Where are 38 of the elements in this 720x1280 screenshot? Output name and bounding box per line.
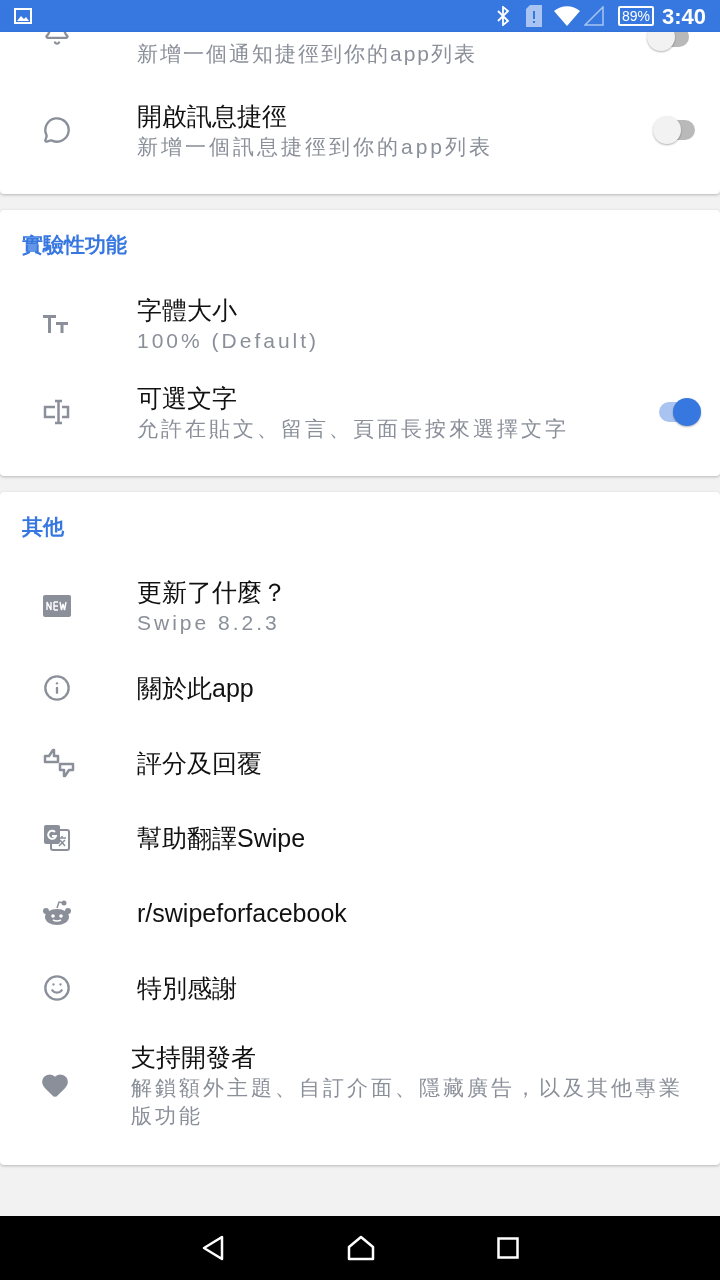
alien-mascot-icon	[43, 899, 71, 926]
setting-description: Swipe 8.2.3	[137, 610, 280, 636]
back-button[interactable]	[201, 1235, 225, 1261]
setting-description: 新增一個訊息捷徑到你的app列表	[137, 134, 494, 160]
info-icon	[43, 673, 71, 702]
bluetooth-icon	[495, 6, 510, 26]
new-badge-icon	[43, 595, 71, 617]
setting-title[interactable]: r/swipeforfacebook	[137, 895, 347, 930]
setting-title[interactable]: 幫助翻譯Swipe	[137, 820, 306, 855]
translate-icon	[43, 823, 71, 852]
setting-title[interactable]: 支持開發者	[131, 1040, 256, 1074]
text-cursor-icon	[43, 399, 71, 425]
setting-title[interactable]: 字體大小	[137, 293, 237, 327]
sim-alert-icon	[525, 5, 542, 27]
setting-description: 100% (Default)	[137, 328, 320, 354]
section-header: 其他	[22, 514, 64, 541]
setting-description: 允許在貼文、留言、頁面長按來選擇文字	[137, 416, 569, 442]
section-header: 實驗性功能	[22, 232, 127, 259]
setting-title[interactable]: 開啟訊息捷徑	[137, 99, 287, 133]
smiley-icon	[43, 973, 71, 1002]
text-size-icon	[43, 313, 69, 335]
heart-icon	[41, 1071, 69, 1099]
chat-bubble-icon	[43, 116, 71, 144]
thumbs-up-down-icon	[43, 747, 75, 778]
setting-description: 新增一個通知捷徑到你的app列表	[137, 41, 478, 67]
battery-indicator: 89%	[617, 6, 654, 26]
setting-description: 解鎖額外主題、自訂介面、隱藏廣告，以及其他專業版功能	[131, 1075, 684, 1129]
clock: 3:40	[661, 2, 706, 31]
setting-title[interactable]: 評分及回覆	[137, 745, 262, 780]
setting-title[interactable]: 更新了什麼？	[137, 575, 287, 609]
image-icon	[14, 8, 32, 24]
home-button[interactable]	[347, 1235, 375, 1261]
setting-title[interactable]: 特別感謝	[137, 970, 237, 1005]
recents-button[interactable]	[497, 1237, 519, 1259]
setting-title[interactable]: 關於此app	[137, 670, 254, 705]
signal-icon	[583, 6, 604, 26]
wifi-icon	[553, 6, 580, 26]
setting-title[interactable]: 可選文字	[137, 381, 237, 415]
